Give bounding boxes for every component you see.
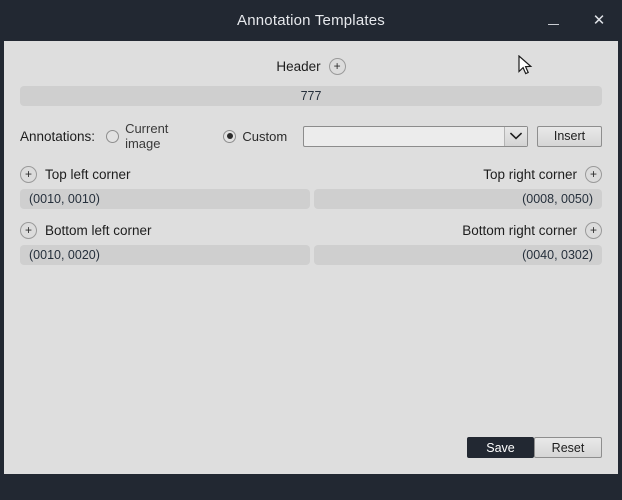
radio-current-image[interactable]: Current image — [106, 121, 207, 151]
corner-bottom-right-label: Bottom right corner — [462, 222, 577, 238]
window-controls: ✕ — [530, 0, 622, 41]
plus-icon: + — [24, 166, 32, 181]
corner-top-right-field[interactable]: (0008, 0050) — [314, 189, 602, 209]
window-title: Annotation Templates — [237, 12, 385, 29]
corner-top-left-label: Top left corner — [45, 166, 131, 182]
add-bottom-left-button[interactable]: + — [20, 221, 37, 239]
corner-top-right-value: (0008, 0050) — [522, 192, 593, 206]
minimize-icon — [547, 24, 559, 25]
header-value-field[interactable]: 777 — [20, 86, 602, 106]
radio-current-image-label: Current image — [125, 121, 169, 151]
chevron-down-icon — [504, 126, 528, 146]
radio-custom-indicator — [223, 129, 237, 143]
plus-icon: + — [589, 166, 597, 181]
radio-custom[interactable]: Custom — [223, 129, 287, 144]
header-label: Header — [276, 59, 321, 74]
insert-button[interactable]: Insert — [537, 125, 602, 147]
dialog-footer: Save Reset — [467, 437, 602, 458]
corner-top-right: Top right corner + (0008, 0050) — [314, 165, 602, 209]
corner-bottom-left: + Bottom left corner (0010, 0020) — [20, 221, 310, 265]
add-top-left-button[interactable]: + — [20, 165, 37, 183]
add-top-right-button[interactable]: + — [585, 165, 602, 183]
header-section: Header + — [4, 58, 618, 75]
close-icon: ✕ — [592, 12, 606, 29]
radio-current-image-indicator — [106, 129, 120, 143]
window-bottom-strip — [0, 474, 622, 500]
corner-bottom-right-value: (0040, 0302) — [522, 248, 593, 262]
corner-bottom-right-field[interactable]: (0040, 0302) — [314, 245, 602, 265]
corner-bottom-left-header: + Bottom left corner — [20, 221, 310, 239]
annotation-templates-window: Annotation Templates ✕ Header + 777 Anno… — [0, 0, 622, 500]
annotations-label: Annotations: — [20, 128, 96, 144]
corner-bottom-right: Bottom right corner + (0040, 0302) — [314, 221, 602, 265]
corner-top-left-header: + Top left corner — [20, 165, 310, 183]
titlebar: Annotation Templates ✕ — [0, 0, 622, 41]
header-value: 777 — [300, 89, 322, 103]
corner-top-right-header: Top right corner + — [314, 165, 602, 183]
corner-top-left: + Top left corner (0010, 0010) — [20, 165, 310, 209]
plus-icon: + — [589, 222, 597, 237]
corner-top-left-field[interactable]: (0010, 0010) — [20, 189, 310, 209]
corner-bottom-left-value: (0010, 0020) — [29, 248, 100, 262]
corner-top-left-value: (0010, 0010) — [29, 192, 100, 206]
corner-bottom-left-label: Bottom left corner — [45, 222, 152, 238]
add-bottom-right-button[interactable]: + — [585, 221, 602, 239]
annotations-row: Annotations: Current image Custom Insert — [20, 121, 602, 151]
save-button[interactable]: Save — [467, 437, 534, 458]
radio-custom-label: Custom — [242, 128, 288, 144]
add-header-button[interactable]: + — [328, 58, 346, 75]
corner-bottom-right-header: Bottom right corner + — [314, 221, 602, 239]
minimize-button[interactable] — [530, 0, 576, 41]
plus-icon: + — [333, 59, 341, 73]
annotation-template-select[interactable] — [303, 125, 529, 147]
window-body: Header + 777 Annotations: Current image … — [4, 41, 618, 474]
reset-button[interactable]: Reset — [534, 437, 602, 458]
corner-bottom-left-field[interactable]: (0010, 0020) — [20, 245, 310, 265]
close-button[interactable]: ✕ — [576, 0, 622, 41]
corner-top-right-label: Top right corner — [483, 166, 577, 182]
plus-icon: + — [24, 222, 32, 237]
